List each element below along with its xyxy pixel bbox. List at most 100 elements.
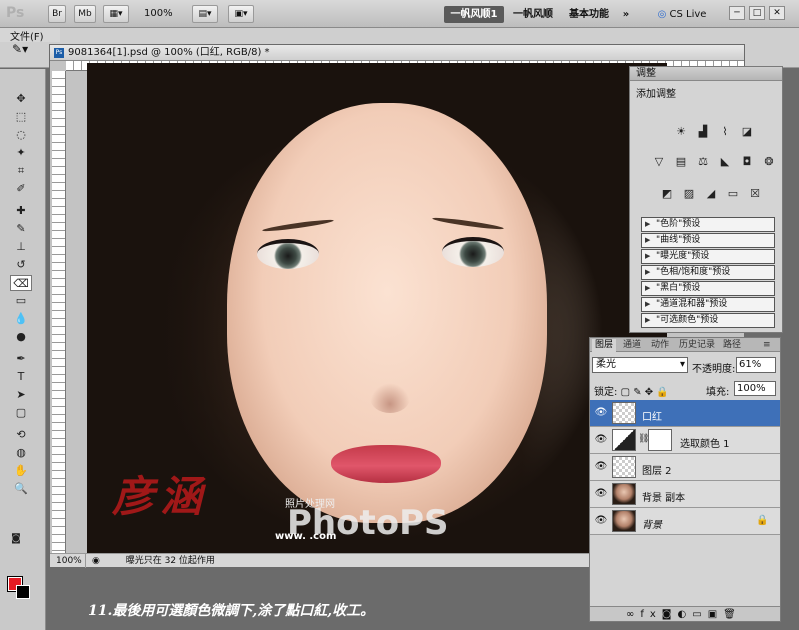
- invert-icon[interactable]: ◩: [660, 187, 674, 201]
- posterize-icon[interactable]: ▨: [682, 187, 696, 201]
- lasso-tool-icon[interactable]: ◌: [10, 127, 32, 143]
- arrange-documents-icon[interactable]: ▤▾: [192, 5, 218, 23]
- shape-tool-icon[interactable]: ▢: [10, 405, 32, 421]
- crop-tool-icon[interactable]: ⌗: [10, 163, 32, 179]
- fill-input[interactable]: 100%: [734, 381, 776, 396]
- layer-name: 图层 2: [642, 466, 672, 477]
- photo-filter-icon[interactable]: ◘: [740, 155, 754, 169]
- panel-menu-icon[interactable]: ≡: [760, 339, 774, 352]
- document-tab[interactable]: Ps 9081364[1].psd @ 100% (口红, RGB/8) *: [50, 45, 744, 61]
- visibility-eye-icon[interactable]: 👁: [594, 434, 608, 446]
- preset-levels[interactable]: "色阶"预设: [641, 217, 775, 232]
- lock-all-icon[interactable]: 🔒: [656, 387, 668, 398]
- close-button[interactable]: ✕: [769, 6, 785, 20]
- new-layer-icon[interactable]: ▣: [708, 609, 723, 620]
- type-tool-icon[interactable]: T: [10, 369, 32, 385]
- tab-channels[interactable]: 通道: [620, 339, 644, 352]
- minimize-button[interactable]: ─: [729, 6, 745, 20]
- tab-layers[interactable]: 图层: [592, 339, 617, 352]
- nose-shape: [370, 383, 410, 413]
- layer-row[interactable]: 👁 图层 2: [590, 454, 780, 481]
- clone-stamp-tool-icon[interactable]: ⊥: [10, 239, 32, 255]
- hue-saturation-icon[interactable]: ▤: [674, 155, 688, 169]
- marquee-tool-icon[interactable]: ⬚: [10, 109, 32, 125]
- blend-mode-select[interactable]: 柔光 ▾: [592, 357, 688, 373]
- exposure-icon[interactable]: ◪: [740, 125, 754, 139]
- gradient-tool-icon[interactable]: ▭: [10, 293, 32, 309]
- tool-preset-picker[interactable]: ✎▾: [12, 42, 46, 60]
- workspace-3[interactable]: 基本功能: [563, 6, 615, 23]
- visibility-eye-icon[interactable]: 👁: [594, 461, 608, 473]
- adjustments-tab[interactable]: 调整: [630, 67, 782, 81]
- add-mask-icon[interactable]: ◙: [662, 609, 678, 620]
- history-brush-tool-icon[interactable]: ↺: [10, 257, 32, 273]
- tab-paths[interactable]: 路径: [720, 339, 744, 352]
- dodge-tool-icon[interactable]: ●: [10, 329, 32, 345]
- quick-select-tool-icon[interactable]: ✦: [10, 145, 32, 161]
- tab-actions[interactable]: 动作: [648, 339, 672, 352]
- more-workspaces-icon[interactable]: »: [619, 6, 633, 23]
- visibility-eye-icon[interactable]: 👁: [594, 407, 608, 419]
- selective-color-icon[interactable]: ☒: [748, 187, 762, 201]
- preset-curves[interactable]: "曲线"预设: [641, 233, 775, 248]
- vertical-ruler[interactable]: [52, 71, 66, 555]
- layer-row[interactable]: 👁 背景 副本: [590, 481, 780, 508]
- status-menu-icon[interactable]: ◉: [89, 554, 103, 568]
- hand-tool-icon[interactable]: ✋: [10, 463, 32, 479]
- layer-row[interactable]: 👁 背景 🔒: [590, 508, 780, 535]
- workspace-1[interactable]: 一帆风顺1: [444, 6, 504, 23]
- path-select-tool-icon[interactable]: ➤: [10, 387, 32, 403]
- color-balance-icon[interactable]: ⚖: [696, 155, 710, 169]
- image-canvas[interactable]: 彦涵 照片处理网 PhotoPS www. .com: [87, 63, 667, 553]
- screen-mode-icon[interactable]: ▣▾: [228, 5, 254, 23]
- curves-icon[interactable]: ⌇: [718, 125, 732, 139]
- fx-icon[interactable]: fx: [640, 609, 661, 620]
- eyedropper-tool-icon[interactable]: ✐: [10, 181, 32, 197]
- blur-tool-icon[interactable]: 💧: [10, 311, 32, 327]
- zoom-tool-icon[interactable]: 🔍: [10, 481, 32, 497]
- zoom-level[interactable]: 100%: [144, 8, 173, 19]
- healing-brush-tool-icon[interactable]: ✚: [10, 203, 32, 219]
- 3d-rotate-tool-icon[interactable]: ⟲: [10, 427, 32, 443]
- lock-position-icon[interactable]: ✥: [645, 387, 653, 398]
- quick-mask-icon[interactable]: ◙: [8, 531, 24, 547]
- tab-history[interactable]: 历史记录: [676, 339, 718, 352]
- background-color-swatch[interactable]: [16, 585, 30, 599]
- lock-paint-icon[interactable]: ✎: [633, 387, 641, 398]
- move-tool-icon[interactable]: ✥: [10, 91, 32, 107]
- threshold-icon[interactable]: ◢: [704, 187, 718, 201]
- visibility-eye-icon[interactable]: 👁: [594, 488, 608, 500]
- preset-selective-color[interactable]: "可选颜色"预设: [641, 313, 775, 328]
- new-adjustment-icon[interactable]: ◐: [678, 609, 693, 620]
- eraser-tool-icon[interactable]: ⌫: [10, 275, 32, 291]
- visibility-eye-icon[interactable]: 👁: [594, 515, 608, 527]
- zoom-status[interactable]: 100%: [50, 554, 86, 568]
- preset-hue-saturation[interactable]: "色相/饱和度"预设: [641, 265, 775, 280]
- maximize-button[interactable]: □: [749, 6, 765, 20]
- 3d-orbit-tool-icon[interactable]: ◍: [10, 445, 32, 461]
- link-layers-icon[interactable]: ∞: [626, 609, 640, 620]
- bridge-button[interactable]: Br: [48, 5, 66, 23]
- preset-black-white[interactable]: "黑白"预设: [641, 281, 775, 296]
- cs-live-button[interactable]: ◎ CS Live: [650, 6, 714, 23]
- gradient-map-icon[interactable]: ▭: [726, 187, 740, 201]
- opacity-input[interactable]: 61%: [736, 357, 776, 373]
- view-extras-icon[interactable]: ▦▾: [103, 5, 129, 23]
- layer-row[interactable]: 👁 口红: [590, 400, 780, 427]
- levels-icon[interactable]: ▟: [696, 125, 710, 139]
- vibrance-icon[interactable]: ▽: [652, 155, 666, 169]
- layer-row[interactable]: 👁 ⛓ 选取颜色 1: [590, 427, 780, 454]
- new-group-icon[interactable]: ▭: [692, 609, 707, 620]
- menu-file[interactable]: 文件(F): [0, 28, 60, 43]
- minibridge-button[interactable]: Mb: [74, 5, 96, 23]
- trash-icon[interactable]: 🗑: [723, 609, 742, 620]
- preset-channel-mixer[interactable]: "通道混和器"预设: [641, 297, 775, 312]
- preset-exposure[interactable]: "曝光度"预设: [641, 249, 775, 264]
- lock-transparency-icon[interactable]: ▢: [621, 387, 630, 398]
- brightness-icon[interactable]: ☀: [674, 125, 688, 139]
- workspace-2[interactable]: 一帆风顺: [508, 6, 558, 23]
- pen-tool-icon[interactable]: ✒: [10, 351, 32, 367]
- black-white-icon[interactable]: ◣: [718, 155, 732, 169]
- channel-mixer-icon[interactable]: ❂: [762, 155, 776, 169]
- brush-tool-icon[interactable]: ✎: [10, 221, 32, 237]
